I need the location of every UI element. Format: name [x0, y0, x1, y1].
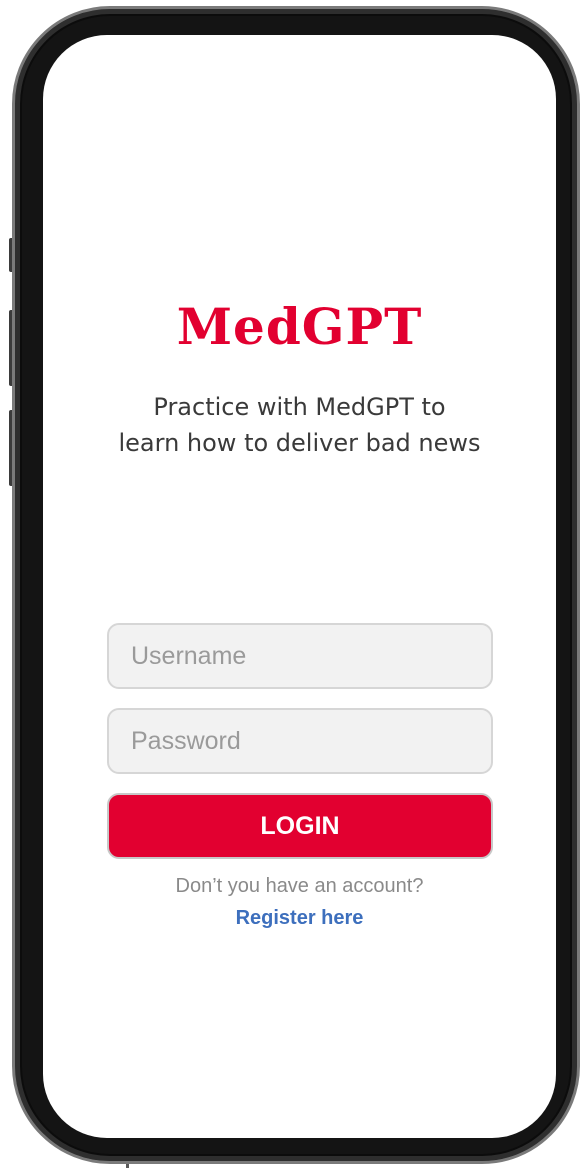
tagline-line-1: Practice with MedGPT to	[153, 393, 446, 421]
tagline: Practice with MedGPT to learn how to del…	[43, 389, 556, 461]
register-prompt: Don’t you have an account?	[175, 875, 424, 897]
tagline-line-2: learn how to deliver bad news	[118, 429, 481, 457]
username-input[interactable]	[107, 623, 493, 689]
app-logo: MedGPT	[176, 297, 423, 356]
phone-screen: MedGPT Practice with MedGPT to learn how…	[43, 35, 556, 1138]
register-link[interactable]: Register here	[43, 907, 556, 930]
stage: MedGPT Practice with MedGPT to learn how…	[0, 0, 585, 1169]
login-button[interactable]: LOGIN	[107, 793, 493, 859]
password-input[interactable]	[107, 708, 493, 774]
